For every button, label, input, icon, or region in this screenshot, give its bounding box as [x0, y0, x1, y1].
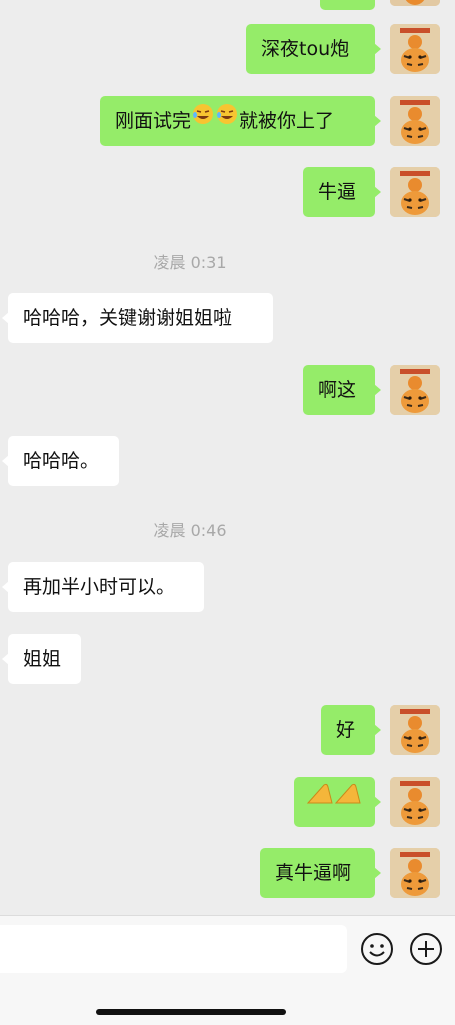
- message-bubble-outgoing[interactable]: [294, 776, 381, 827]
- message-bubble-outgoing[interactable]: 深夜tou炮: [246, 24, 381, 74]
- pray-hands-icon: [306, 776, 362, 826]
- message-text: 再加半小时可以。: [23, 576, 176, 598]
- avatar[interactable]: [390, 167, 440, 217]
- message-text: 好: [336, 719, 356, 741]
- message-bubble-partial[interactable]: [320, 0, 375, 10]
- message-bubble-outgoing[interactable]: 好: [321, 705, 381, 755]
- more-button[interactable]: [409, 932, 443, 966]
- message-bubble-outgoing[interactable]: 刚面试完 就被你上了: [100, 95, 381, 146]
- chat-input-bar: [0, 915, 455, 1025]
- message-text: 深夜tou炮: [261, 38, 350, 60]
- tiger-avatar-icon: [390, 848, 440, 898]
- message-text: 刚面试完: [115, 110, 192, 132]
- laughing-crying-emoji-icon: [191, 95, 215, 145]
- home-indicator[interactable]: [96, 1009, 286, 1015]
- message-text: 就被你上了: [239, 110, 335, 132]
- message-bubble-outgoing[interactable]: 啊这: [303, 365, 381, 415]
- message-bubble-outgoing[interactable]: 牛逼: [303, 167, 381, 217]
- timestamp: 凌晨 0:31: [153, 253, 227, 272]
- message-text: 姐姐: [23, 648, 62, 670]
- message-bubble-incoming[interactable]: 哈哈哈，关键谢谢姐姐啦: [2, 293, 273, 343]
- chat-message-list[interactable]: 深夜tou炮 刚面试完 就被你上了 牛逼 凌晨 0:31 哈哈哈，关键谢谢姐姐啦…: [0, 0, 455, 915]
- tiger-avatar-icon: [390, 365, 440, 415]
- emoji-face-icon: [361, 933, 393, 965]
- tiger-avatar-icon: [390, 167, 440, 217]
- plus-circle-icon: [410, 933, 442, 965]
- message-bubble-outgoing[interactable]: 真牛逼啊: [260, 848, 381, 898]
- message-text: 哈哈哈。: [23, 450, 100, 472]
- message-bubble-incoming[interactable]: 哈哈哈。: [2, 436, 119, 486]
- tiger-avatar-icon: [390, 96, 440, 146]
- avatar[interactable]: [390, 0, 440, 6]
- avatar[interactable]: [390, 777, 440, 827]
- avatar[interactable]: [390, 848, 440, 898]
- message-text: 啊这: [318, 379, 357, 401]
- avatar[interactable]: [390, 705, 440, 755]
- message-bubble-incoming[interactable]: 姐姐: [2, 634, 81, 684]
- message-text: 哈哈哈，关键谢谢姐姐啦: [23, 307, 233, 329]
- tiger-avatar-icon: [390, 777, 440, 827]
- avatar[interactable]: [390, 24, 440, 74]
- laughing-crying-emoji-icon: [215, 95, 239, 145]
- avatar[interactable]: [390, 365, 440, 415]
- message-input[interactable]: [0, 925, 347, 973]
- tiger-avatar-icon: [390, 24, 440, 74]
- emoji-button[interactable]: [360, 932, 394, 966]
- message-text: 真牛逼啊: [275, 862, 352, 884]
- tiger-avatar-icon: [390, 705, 440, 755]
- message-text: 牛逼: [318, 181, 357, 203]
- timestamp: 凌晨 0:46: [153, 521, 227, 540]
- message-bubble-incoming[interactable]: 再加半小时可以。: [2, 562, 204, 612]
- avatar[interactable]: [390, 96, 440, 146]
